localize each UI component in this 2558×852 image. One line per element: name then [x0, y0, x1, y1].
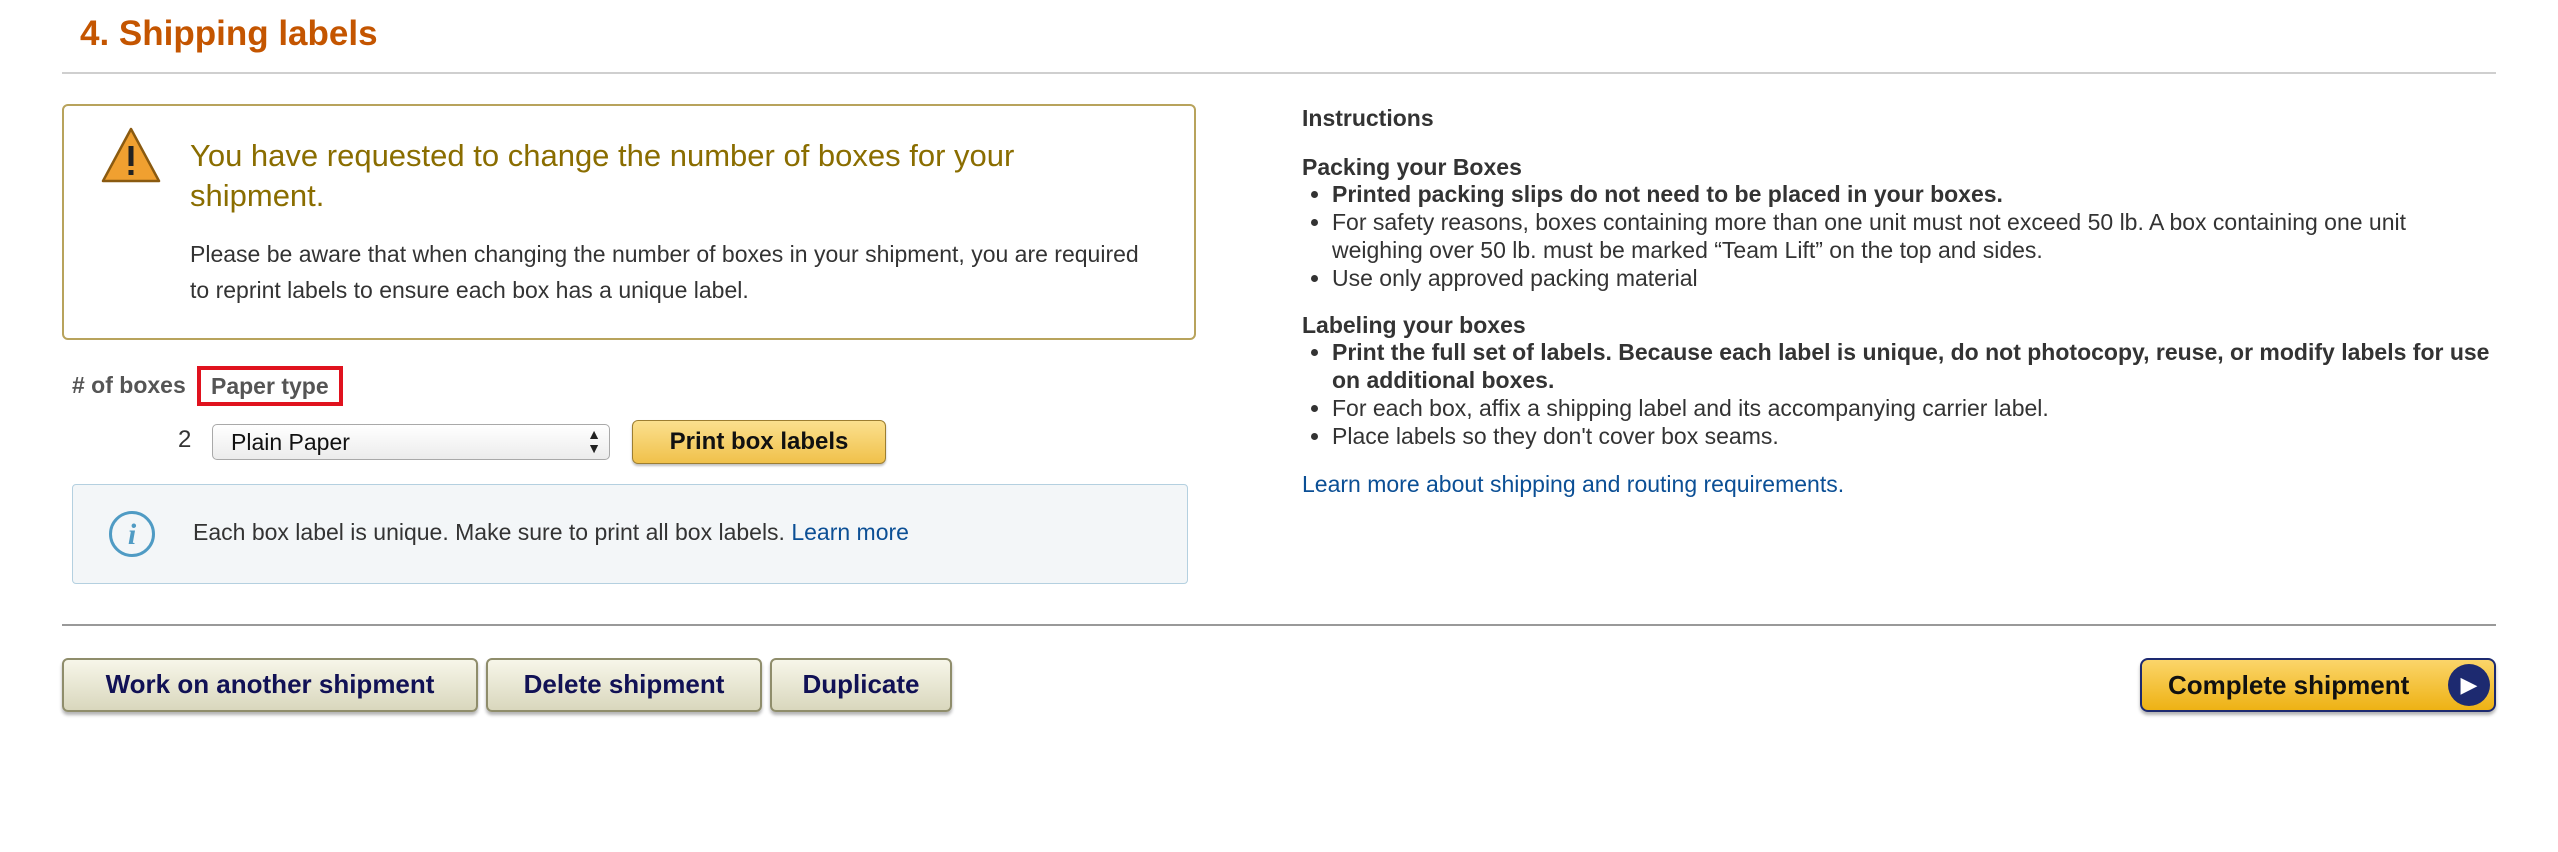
- section-divider: [62, 72, 2496, 74]
- packing-heading: Packing your Boxes: [1302, 154, 1522, 180]
- learn-more-link[interactable]: Learn more: [791, 519, 909, 545]
- footer-divider: [62, 624, 2496, 626]
- warning-icon: [101, 127, 161, 183]
- section-title: 4. Shipping labels: [80, 14, 378, 53]
- packing-item: Printed packing slips do not need to be …: [1332, 180, 2502, 208]
- info-box: i Each box label is unique. Make sure to…: [72, 484, 1188, 584]
- alert-box: You have requested to change the number …: [62, 104, 1196, 340]
- labeling-item: Place labels so they don't cover box sea…: [1332, 422, 2502, 450]
- boxes-label: # of boxes: [72, 372, 186, 398]
- arrow-right-icon: ▶: [2448, 664, 2490, 706]
- duplicate-button[interactable]: Duplicate: [770, 658, 952, 712]
- labeling-heading: Labeling your boxes: [1302, 312, 1526, 338]
- instructions-title: Instructions: [1302, 105, 1434, 131]
- info-message: Each box label is unique. Make sure to p…: [193, 519, 785, 545]
- packing-item: Use only approved packing material: [1332, 264, 2502, 292]
- info-text: Each box label is unique. Make sure to p…: [193, 519, 909, 546]
- box-count: 2: [178, 426, 192, 453]
- select-arrows-icon: ▲ ▼: [587, 426, 601, 456]
- complete-shipment-button[interactable]: Complete shipment ▶: [2140, 658, 2496, 712]
- instructions-panel: Instructions Packing your Boxes Printed …: [1302, 104, 2502, 498]
- info-icon: i: [109, 511, 155, 557]
- print-box-labels-button[interactable]: Print box labels: [632, 420, 886, 464]
- alert-body: Please be aware that when changing the n…: [190, 241, 1139, 303]
- delete-shipment-button[interactable]: Delete shipment: [486, 658, 762, 712]
- labeling-item: For each box, affix a shipping label and…: [1332, 394, 2502, 422]
- packing-item: For safety reasons, boxes containing mor…: [1332, 208, 2502, 264]
- paper-type-label: Paper type: [197, 366, 343, 406]
- labeling-list: Print the full set of labels. Because ea…: [1302, 338, 2502, 450]
- complete-shipment-label: Complete shipment: [2168, 670, 2410, 700]
- labeling-item: Print the full set of labels. Because ea…: [1332, 338, 2502, 394]
- work-on-another-shipment-button[interactable]: Work on another shipment: [62, 658, 478, 712]
- shipping-requirements-link[interactable]: Learn more about shipping and routing re…: [1302, 470, 2502, 498]
- paper-type-value: Plain Paper: [231, 429, 350, 455]
- paper-type-select[interactable]: Plain Paper ▲ ▼: [212, 424, 610, 460]
- packing-list: Printed packing slips do not need to be …: [1302, 180, 2502, 292]
- alert-heading: You have requested to change the number …: [190, 138, 1015, 213]
